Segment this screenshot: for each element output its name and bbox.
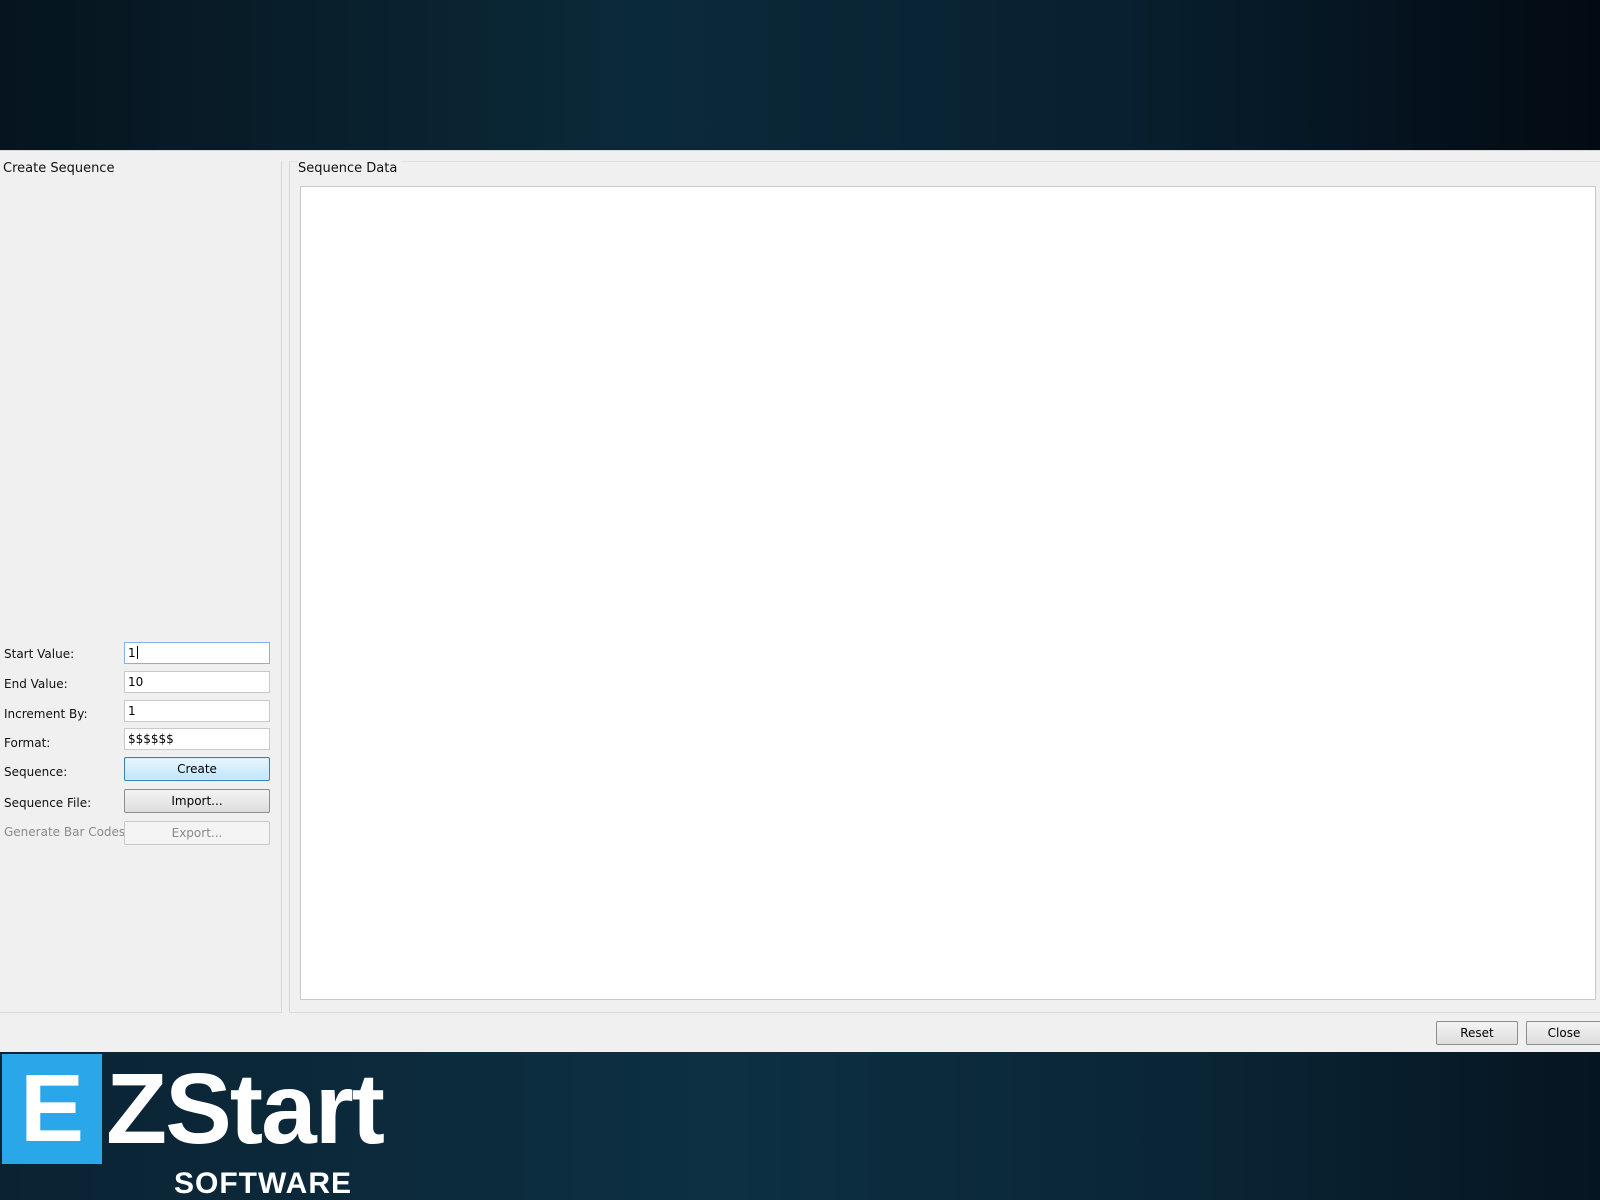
start-value-label: Start Value: — [4, 647, 75, 661]
create-sequence-title: Create Sequence — [3, 161, 119, 176]
close-button[interactable]: Close — [1526, 1021, 1600, 1045]
sequence-data-title: Sequence Data — [298, 161, 402, 176]
generate-bar-codes-label: Generate Bar Codes: — [4, 825, 130, 839]
format-input[interactable]: $$$$$$ — [124, 728, 270, 750]
text-caret — [136, 646, 138, 659]
sequence-label: Sequence: — [4, 765, 68, 779]
logo-wordmark: ZStart — [106, 1053, 385, 1165]
create-sequence-group: Create Sequence Start Value: 1 End Value… — [0, 161, 282, 1013]
sequence-data-group: Sequence Data — [289, 161, 1600, 1013]
sequence-data-textarea[interactable] — [300, 186, 1596, 1000]
sequence-file-label: Sequence File: — [4, 796, 92, 810]
increment-by-input[interactable]: 1 — [124, 700, 270, 722]
increment-by-label: Increment By: — [4, 707, 88, 721]
ezstart-logo: E ZStart SOFTWARE — [0, 1053, 440, 1200]
format-label: Format: — [4, 736, 51, 750]
create-button[interactable]: Create — [124, 757, 270, 781]
logo-letter-block: E — [2, 1054, 102, 1164]
end-value-input[interactable]: 10 — [124, 671, 270, 693]
import-button[interactable]: Import... — [124, 789, 270, 813]
reset-button[interactable]: Reset — [1436, 1021, 1518, 1045]
sequence-dialog: Create Sequence Start Value: 1 End Value… — [0, 150, 1600, 1053]
start-value-input[interactable]: 1 — [124, 642, 270, 664]
export-button: Export... — [124, 821, 270, 845]
end-value-label: End Value: — [4, 677, 68, 691]
top-background-band — [0, 0, 1600, 150]
start-value-text: 1 — [128, 646, 136, 660]
logo-subtitle: SOFTWARE — [174, 1167, 352, 1200]
